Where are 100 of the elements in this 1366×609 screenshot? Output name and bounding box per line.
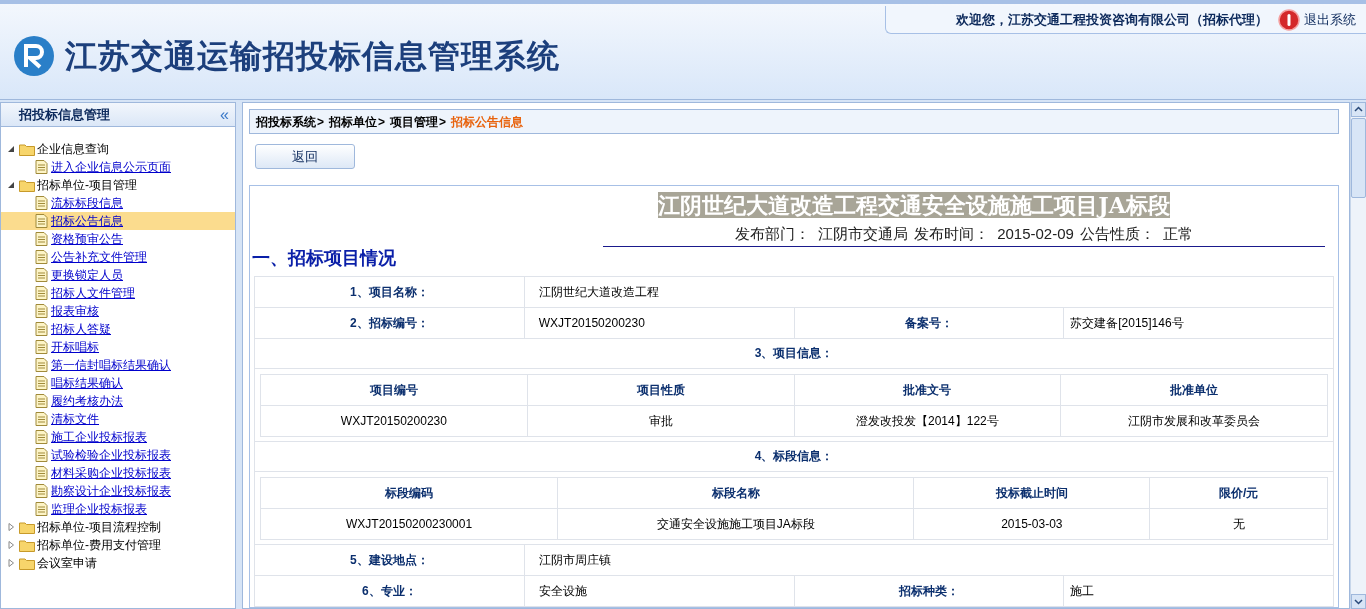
tree-folder[interactable]: 招标单位-项目流程控制 (37, 518, 161, 536)
tree-link[interactable]: 监理企业投标报表 (51, 500, 147, 518)
document-icon (35, 484, 48, 498)
document-icon (35, 286, 48, 300)
tree-link[interactable]: 试验检验企业投标报表 (51, 446, 171, 464)
tree-item-row[interactable]: 监理企业投标报表 (1, 500, 235, 518)
tree-link[interactable]: 第一信封唱标结果确认 (51, 356, 171, 374)
tree-item-row[interactable]: 第一信封唱标结果确认 (1, 356, 235, 374)
scroll-thumb[interactable] (1351, 118, 1366, 198)
field-value: 安全设施 (524, 575, 795, 607)
back-button[interactable]: 返回 (255, 144, 355, 169)
expanded-arrow-icon[interactable] (7, 181, 17, 189)
scroll-down-icon[interactable] (1351, 594, 1366, 609)
document-icon (35, 376, 48, 390)
document-icon (35, 430, 48, 444)
document-icon (35, 214, 48, 228)
tree-item-row[interactable]: 履约考核办法 (1, 392, 235, 410)
tree-item-row[interactable]: 招标公告信息 (1, 212, 235, 230)
subsection-label: 3、项目信息： (255, 338, 1334, 369)
document-icon (35, 466, 48, 480)
logout-button[interactable]: 退出系统 (1278, 8, 1356, 31)
collapsed-arrow-icon[interactable] (7, 541, 17, 549)
tree-item-row[interactable]: 进入企业信息公示页面 (1, 158, 235, 176)
tree-folder[interactable]: 招标单位-费用支付管理 (37, 536, 161, 554)
tree-link[interactable]: 唱标结果确认 (51, 374, 123, 392)
document-icon (35, 502, 48, 516)
folder-icon (19, 142, 35, 156)
tree-folder[interactable]: 会议室申请 (37, 554, 97, 572)
field-label: 招标种类： (794, 575, 1065, 607)
meta-label: 发布时间： (914, 224, 990, 244)
tree-link[interactable]: 勘察设计企业投标报表 (51, 482, 171, 500)
document-icon (35, 340, 48, 354)
tree-link[interactable]: 履约考核办法 (51, 392, 123, 410)
tree-link[interactable]: 更换锁定人员 (51, 266, 123, 284)
scrollbar[interactable] (1350, 102, 1366, 609)
field-value: 苏交建备[2015]146号 (1064, 307, 1334, 339)
tree-folder[interactable]: 企业信息查询 (37, 140, 109, 158)
field-label: 5、建设地点： (255, 544, 525, 576)
document-icon (35, 304, 48, 318)
column-header: 项目性质 (527, 374, 795, 406)
field-value: WXJT20150200230 (524, 307, 795, 339)
tree-link[interactable]: 施工企业投标报表 (51, 428, 147, 446)
tree-item-row[interactable]: 报表审核 (1, 302, 235, 320)
breadcrumb-link[interactable]: 项目管理 (390, 112, 439, 131)
meta-value: 正常 (1162, 224, 1193, 244)
tree-item-row[interactable]: 材料采购企业投标报表 (1, 464, 235, 482)
tree-item-row[interactable]: 公告补充文件管理 (1, 248, 235, 266)
tree-item-row[interactable]: 开标唱标 (1, 338, 235, 356)
scroll-up-icon[interactable] (1351, 102, 1366, 117)
subsection-label: 4、标段信息： (255, 441, 1334, 472)
tree-link[interactable]: 进入企业信息公示页面 (51, 158, 171, 176)
document-icon (35, 250, 48, 264)
field-value: 施工 (1064, 575, 1334, 607)
tree-item-row[interactable]: 试验检验企业投标报表 (1, 446, 235, 464)
field-value: 江阴市周庄镇 (524, 544, 1334, 576)
field-label: 备案号： (794, 307, 1065, 339)
tree-link[interactable]: 资格预审公告 (51, 230, 123, 248)
tree-link[interactable]: 清标文件 (51, 410, 99, 428)
logout-icon (1278, 8, 1300, 31)
breadcrumb-link[interactable]: 招标单位 (329, 112, 377, 131)
table-cell: WXJT20150200230001 (261, 508, 559, 540)
tree-item-row[interactable]: 施工企业投标报表 (1, 428, 235, 446)
tree-link[interactable]: 开标唱标 (51, 338, 99, 356)
table-cell: 2015-03-03 (914, 508, 1151, 540)
column-header: 标段名称 (558, 477, 915, 509)
tree-link[interactable]: 流标标段信息 (51, 194, 123, 212)
table-cell: WXJT20150200230 (261, 405, 528, 437)
collapsed-arrow-icon[interactable] (7, 559, 17, 567)
tree-link[interactable]: 公告补充文件管理 (51, 248, 147, 266)
collapsed-arrow-icon[interactable] (7, 523, 17, 531)
table-cell: 江阴市发展和改革委员会 (1061, 405, 1328, 437)
meta-value: 江阴市交通局 (818, 224, 909, 244)
tree-link[interactable]: 招标人文件管理 (51, 284, 135, 302)
folder-icon (19, 178, 35, 192)
system-title: 江苏交通运输招投标信息管理系统 (65, 36, 560, 76)
folder-icon (19, 538, 35, 552)
logo-icon (13, 34, 55, 77)
welcome-text: 欢迎您，江苏交通工程投资咨询有限公司（招标代理） (956, 10, 1268, 29)
tree-item-row[interactable]: 清标文件 (1, 410, 235, 428)
expanded-arrow-icon[interactable] (7, 145, 17, 153)
tree-item-row[interactable]: 资格预审公告 (1, 230, 235, 248)
collapse-button[interactable]: « (220, 102, 229, 127)
tree-item-row[interactable]: 招标人答疑 (1, 320, 235, 338)
meta-label: 公告性质： (1079, 224, 1155, 244)
table-cell: 交通安全设施施工项目JA标段 (558, 508, 915, 540)
tree-link[interactable]: 材料采购企业投标报表 (51, 464, 171, 482)
breadcrumb-link[interactable]: 招投标系统 (256, 112, 316, 131)
tree-folder[interactable]: 招标单位-项目管理 (37, 176, 137, 194)
tree-link[interactable]: 报表审核 (51, 302, 99, 320)
tree-item-row[interactable]: 招标人文件管理 (1, 284, 235, 302)
document-icon (35, 358, 48, 372)
tree-item-row[interactable]: 流标标段信息 (1, 194, 235, 212)
tree-link[interactable]: 招标人答疑 (51, 320, 111, 338)
tree-item-row[interactable]: 勘察设计企业投标报表 (1, 482, 235, 500)
tree-item-row[interactable]: 唱标结果确认 (1, 374, 235, 392)
field-label: 2、招标编号： (255, 307, 525, 339)
tree-link[interactable]: 招标公告信息 (51, 212, 123, 230)
folder-icon (19, 556, 35, 570)
breadcrumb-current: 招标公告信息 (451, 113, 524, 131)
tree-item-row[interactable]: 更换锁定人员 (1, 266, 235, 284)
